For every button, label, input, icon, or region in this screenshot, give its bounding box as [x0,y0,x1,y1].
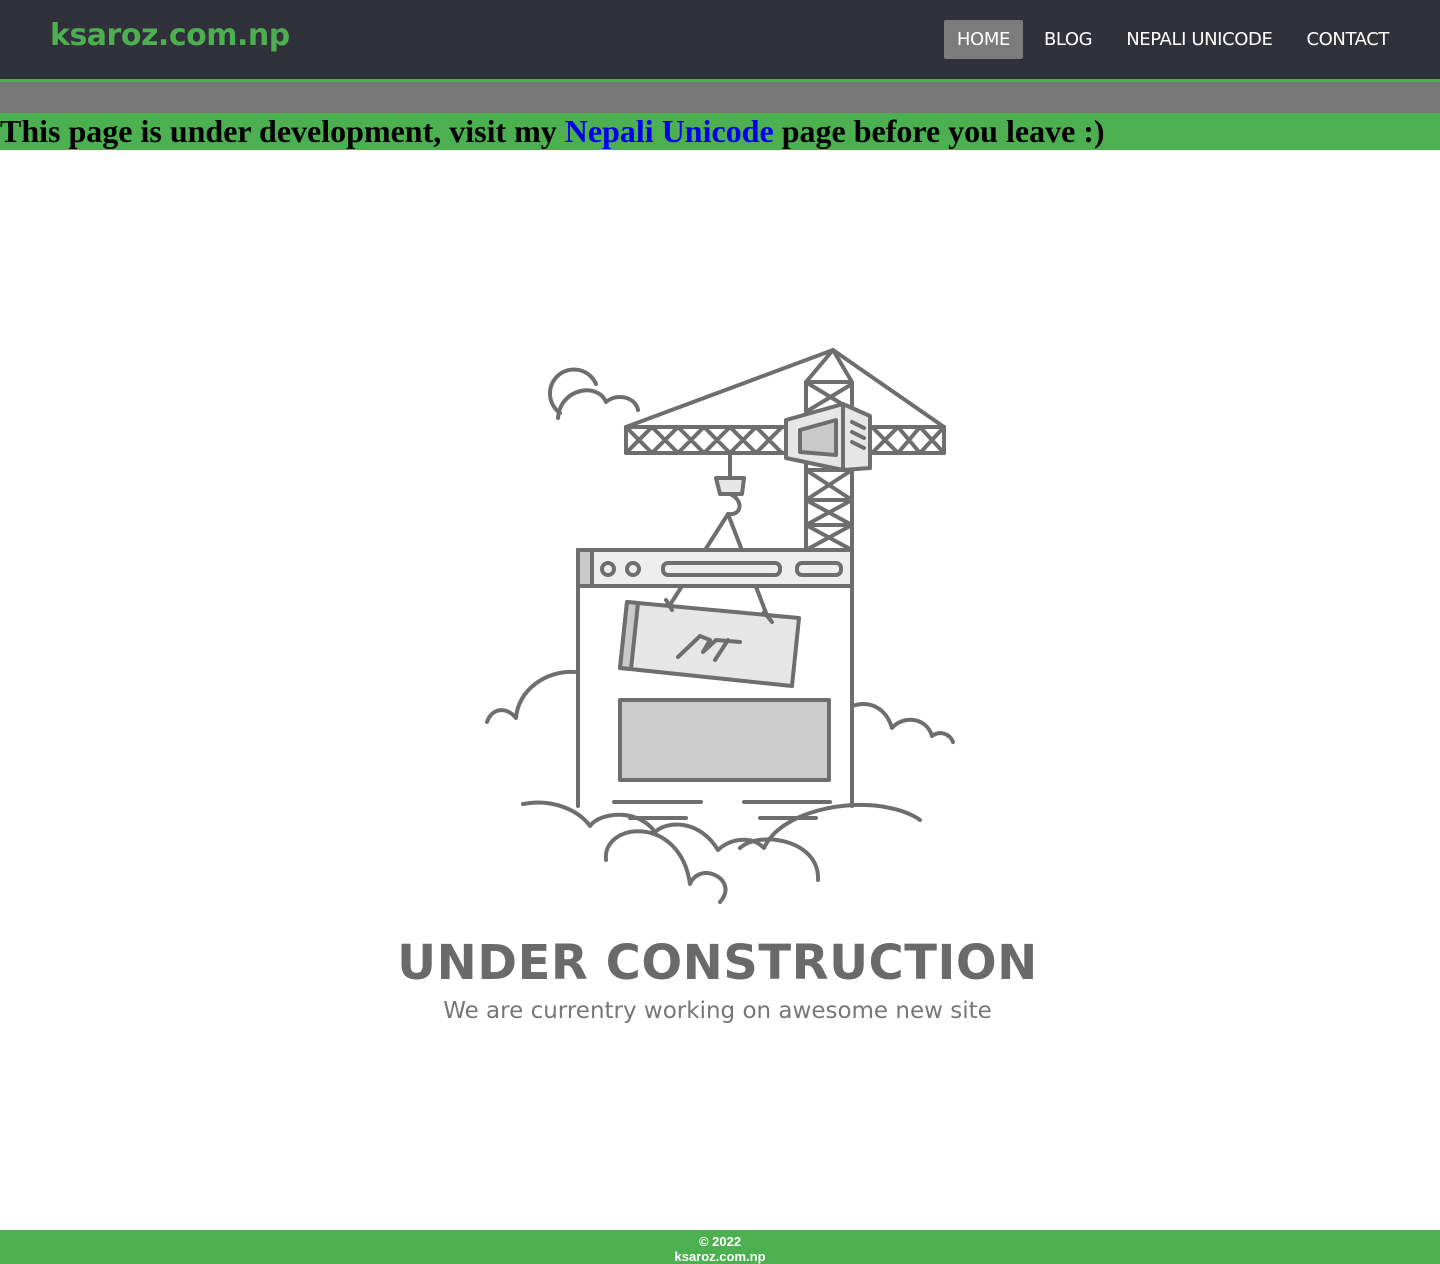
under-construction-subtitle: We are currentry working on awesome new … [443,998,992,1024]
notice-text-after: page before you leave :) [773,113,1105,149]
nav-item-contact[interactable]: CONTACT [1293,20,1402,59]
cloud-left-icon [485,669,577,724]
cloud-bottom-icon [521,800,922,904]
nav-item-nepali-unicode[interactable]: NEPALI UNICODE [1113,20,1285,59]
notice-text-before: This page is under development, visit my [0,113,565,149]
hanging-sign-icon [618,598,801,688]
grey-separator-bar [0,82,1440,113]
nav-item-blog[interactable]: BLOG [1031,20,1105,59]
nav-item-home[interactable]: HOME [943,20,1023,59]
cloud-right-icon [850,702,955,744]
browser-window-icon [576,548,854,820]
development-notice: This page is under development, visit my… [0,113,1440,150]
site-brand-link[interactable]: ksaroz.com.np [50,18,290,53]
cloud-icon [556,388,640,420]
navbar: ksaroz.com.np HOME BLOG NEPALI UNICODE C… [0,0,1440,82]
main-nav: HOME BLOG NEPALI UNICODE CONTACT [943,20,1402,59]
under-construction-title: UNDER CONSTRUCTION [397,935,1038,991]
footer-copyright: © 2022 [698,1234,742,1249]
footer-site-name: ksaroz.com.np [674,1249,766,1264]
footer: © 2022 ksaroz.com.np [0,1230,1440,1264]
nepali-unicode-link[interactable]: Nepali Unicode [565,113,774,149]
